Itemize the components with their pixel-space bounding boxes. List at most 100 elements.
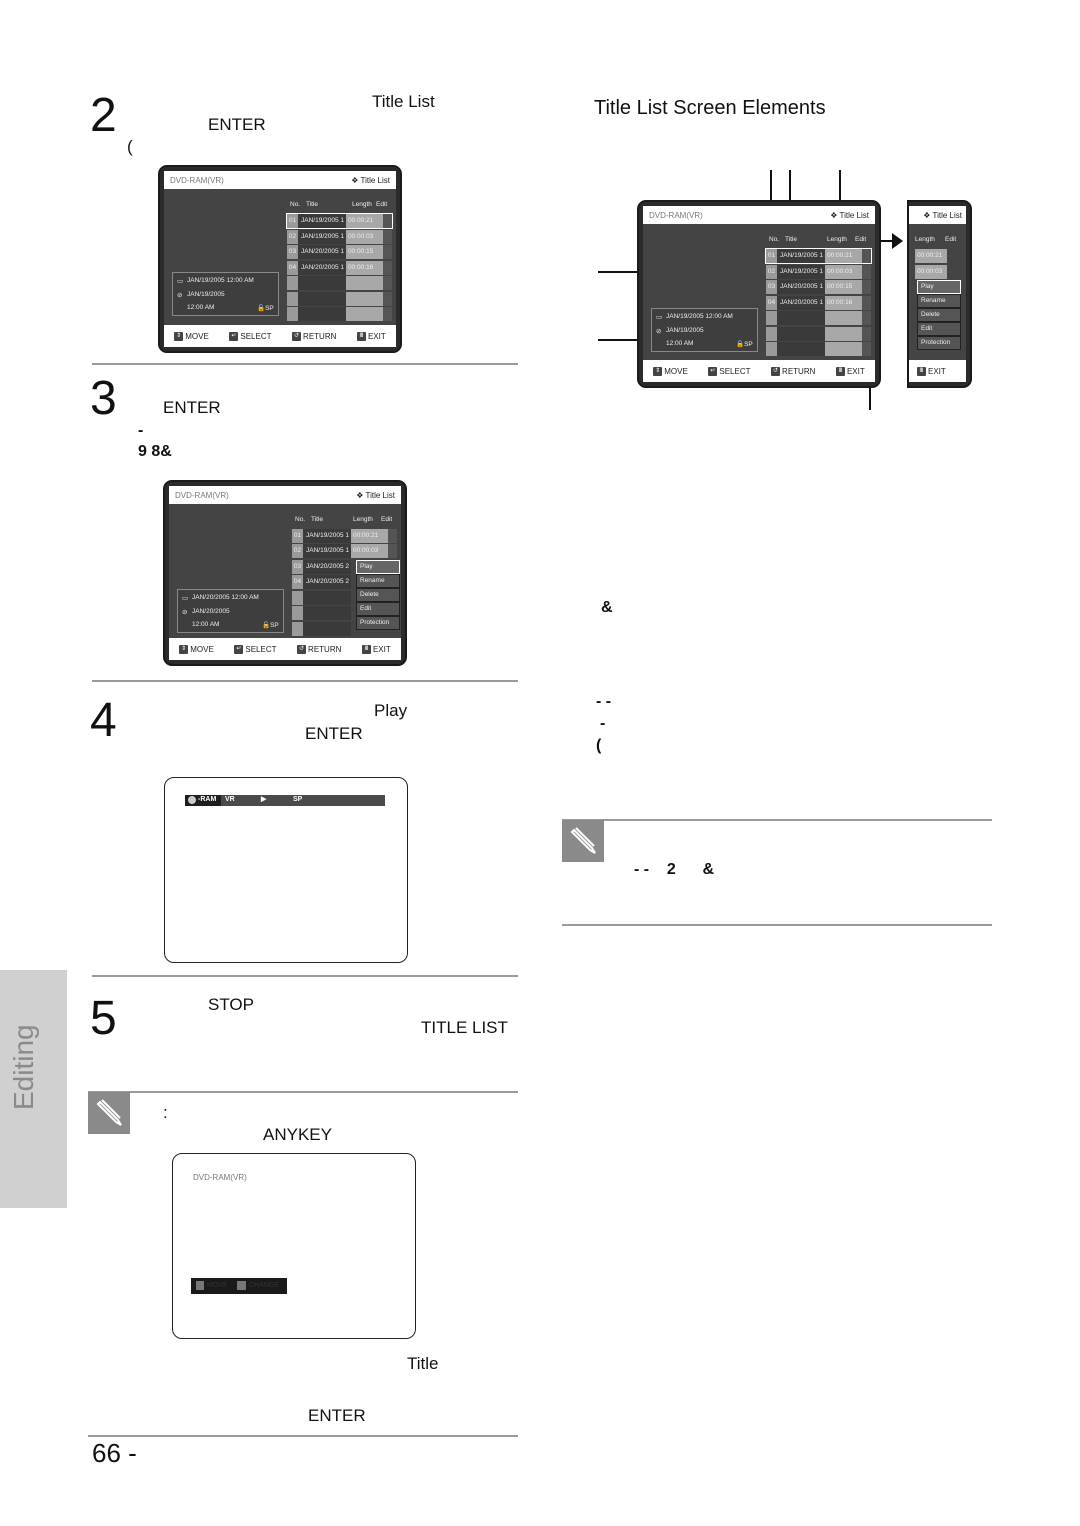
title-row[interactable]: 04 JAN/20/2005 1 00:00:16 [766, 296, 871, 310]
osd-title: ❖ Title List [351, 176, 390, 185]
edit-popup-menu: Play Rename Delete Edit Protection [917, 280, 961, 350]
row-length: 00:00:03 [346, 230, 383, 244]
disc-type-label: DVD-RAM(VR) [193, 1173, 247, 1182]
row-length: 00:00:03 [351, 544, 388, 558]
divider [88, 1091, 518, 1093]
title-row[interactable]: 02 JAN/19/2005 1 00:00:03 [292, 544, 397, 558]
title-info-panel: ▭ JAN/20/2005 12:00 AM ⊘ JAN/20/2005 12:… [177, 589, 284, 633]
col-header-edit: Edit [376, 201, 388, 208]
edit-popup-menu: Play Rename Delete Edit Protection [356, 560, 400, 630]
step-2-text-enter: ENTER [208, 115, 266, 134]
row-title: JAN/20/2005 1 [777, 280, 825, 294]
empty-row [287, 276, 392, 290]
move-label: MOVE [185, 331, 209, 341]
row-title: JAN/20/2005 1 [298, 245, 346, 259]
select-label: SELECT [240, 331, 272, 341]
row-edit [862, 280, 871, 294]
quality-text: SP [265, 305, 274, 312]
row-length: 00:00:15 [346, 245, 383, 259]
quality-label: 🔓SP [257, 305, 274, 312]
title-row[interactable]: 03 JAN/20/2005 2 [292, 560, 351, 574]
col-header-title: Title [306, 201, 319, 208]
step-3-number: 3 [90, 372, 117, 425]
step-3-text-dash: - [138, 422, 144, 439]
divider [92, 975, 518, 977]
return-label: RETURN [308, 644, 342, 654]
row-no: 02 [766, 265, 777, 279]
step-5-text-title-list: TITLE LIST [421, 1018, 508, 1037]
menu-item-delete[interactable]: Delete [917, 308, 961, 322]
exit-hint: Ⅲ EXIT [835, 366, 865, 376]
exit-icon: Ⅲ [835, 366, 845, 376]
title-row[interactable]: 03 JAN/20/2005 1 00:00:15 [287, 245, 392, 259]
row-no: 04 [292, 575, 303, 589]
menu-item-rename[interactable]: Rename [917, 294, 961, 308]
quality-label: 🔓SP [262, 622, 279, 629]
empty-row [766, 342, 871, 356]
quality: SP [293, 796, 303, 803]
exit-label: EXIT [846, 366, 865, 376]
menu-item-protection[interactable]: Protection [917, 336, 961, 350]
osd-footer: ⇕ MOVE ↵ SELECT ↺ RETURN Ⅲ EXIT [169, 638, 401, 660]
osd-title-text: Title List [839, 211, 870, 220]
row-title: JAN/20/2005 2 [303, 560, 351, 574]
row-length: 00:00:21 [351, 529, 388, 543]
info-time: 12:00 AM [192, 621, 220, 628]
title-row[interactable]: 02 JAN/19/2005 1 00:00:03 [287, 230, 392, 244]
info-date: JAN/20/2005 [192, 608, 230, 615]
step-5-number: 5 [90, 992, 117, 1045]
enter-icon: ↵ [229, 331, 239, 341]
osd-title-text: Title List [932, 211, 963, 220]
move-label: MOVE [664, 366, 688, 376]
row-title: JAN/20/2005 1 [298, 261, 346, 275]
exit-hint: Ⅲ EXIT [361, 644, 391, 654]
move-hint: ⇕ MOVE [653, 366, 688, 376]
enter-icon: ↵ [234, 644, 244, 654]
quality-text: SP [270, 622, 279, 629]
disc-type-label: DVD-RAM(VR) [649, 211, 703, 220]
exit-icon: Ⅲ [361, 644, 371, 654]
row-title: JAN/19/2005 1 [777, 265, 825, 279]
osd-title: ❖ Title List [356, 491, 395, 500]
menu-item-delete[interactable]: Delete [356, 588, 400, 602]
step-2-number: 2 [90, 89, 117, 142]
menu-item-edit[interactable]: Edit [356, 602, 400, 616]
title-row[interactable]: 04 JAN/20/2005 2 [292, 575, 351, 589]
note-pencil-icon [562, 820, 604, 862]
empty-row [292, 622, 351, 636]
title-list-screen-1: DVD-RAM(VR) ❖ Title List No. Title Lengt… [158, 165, 402, 353]
row-title: JAN/20/2005 1 [777, 296, 825, 310]
menu-item-play[interactable]: Play [356, 560, 400, 574]
row-no: 02 [287, 230, 298, 244]
select-label: SELECT [719, 366, 751, 376]
col-header-edit: Edit [945, 236, 957, 243]
info-time: 12:00 AM [666, 340, 694, 347]
move-label: MOVE [207, 1282, 228, 1289]
title-row[interactable]: 02 JAN/19/2005 1 00:00:03 [766, 265, 871, 279]
empty-row [287, 307, 392, 321]
title-row[interactable]: 01 JAN/19/2005 1 00:00:21 [292, 529, 397, 543]
row-edit [862, 265, 871, 279]
menu-item-edit[interactable]: Edit [917, 322, 961, 336]
col-header-edit: Edit [381, 516, 393, 523]
edit-menu-detail-screen: ❖ Title List Length Edit 00:00:21 00:00:… [907, 200, 972, 388]
calendar-icon: ▭ [656, 314, 663, 321]
title-row[interactable]: 01 JAN/19/2005 1 00:00:21 [765, 248, 872, 264]
divider [562, 924, 992, 926]
title-row[interactable]: 04 JAN/20/2005 1 00:00:16 [287, 261, 392, 275]
select-label: SELECT [245, 644, 277, 654]
clock-icon: ⊘ [177, 292, 183, 299]
osd-title: ❖ Title List [830, 211, 869, 220]
title-row[interactable]: 03 JAN/20/2005 1 00:00:15 [766, 280, 871, 294]
note-pencil-icon [88, 1092, 130, 1134]
menu-item-rename[interactable]: Rename [356, 574, 400, 588]
after-text-title: Title [407, 1354, 439, 1373]
title-row[interactable]: 01 JAN/19/2005 1 00:00:21 [286, 213, 393, 229]
menu-item-play[interactable]: Play [917, 280, 961, 294]
col-header-edit: Edit [855, 236, 867, 243]
menu-item-protection[interactable]: Protection [356, 616, 400, 630]
empty-row [292, 606, 351, 620]
select-hint: ↵ SELECT [708, 366, 751, 376]
updown-icon: ⇕ [174, 331, 184, 341]
info-datetime: JAN/19/2005 12:00 AM [187, 277, 254, 284]
